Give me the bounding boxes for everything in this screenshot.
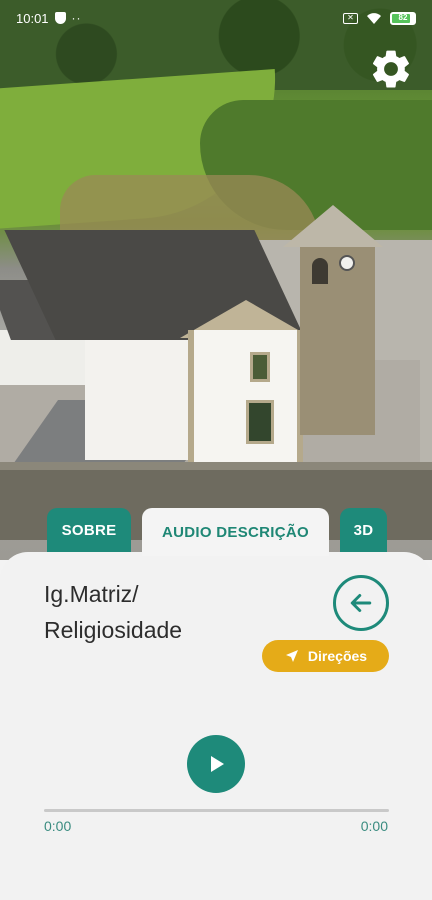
total-time: 0:00 [360,818,388,834]
directions-button[interactable]: Direções [262,640,389,672]
directions-label: Direções [307,648,368,664]
title-line-2: Religiosidade [44,617,183,643]
battery-icon: 82 [390,11,416,25]
tab-3d[interactable]: 3D [340,508,387,552]
page-title: Ig.Matriz/ Religiosidade [44,576,294,648]
back-button[interactable] [333,575,389,631]
status-time: 10:01 [16,10,49,26]
progress-track[interactable] [44,809,389,812]
play-button[interactable] [187,735,245,793]
wifi-icon [367,12,381,24]
settings-button[interactable] [368,46,414,92]
sim-x-icon: ✕ [343,12,358,24]
more-dots-icon: ·· [71,11,82,25]
tab-audio-descricao[interactable]: AUDIO DESCRIÇÃO [142,508,329,556]
play-icon [211,756,224,772]
battery-percent: 82 [398,12,408,22]
title-line-1: Ig.Matriz/ [44,581,139,607]
shield-icon [54,12,66,24]
status-bar: 10:01 ·· ✕ 82 [0,0,432,36]
arrow-left-icon [350,594,372,612]
navigation-arrow-icon [285,650,298,662]
gear-icon [372,50,409,88]
tab-sobre[interactable]: SOBRE [47,508,131,552]
current-time: 0:00 [44,818,72,834]
